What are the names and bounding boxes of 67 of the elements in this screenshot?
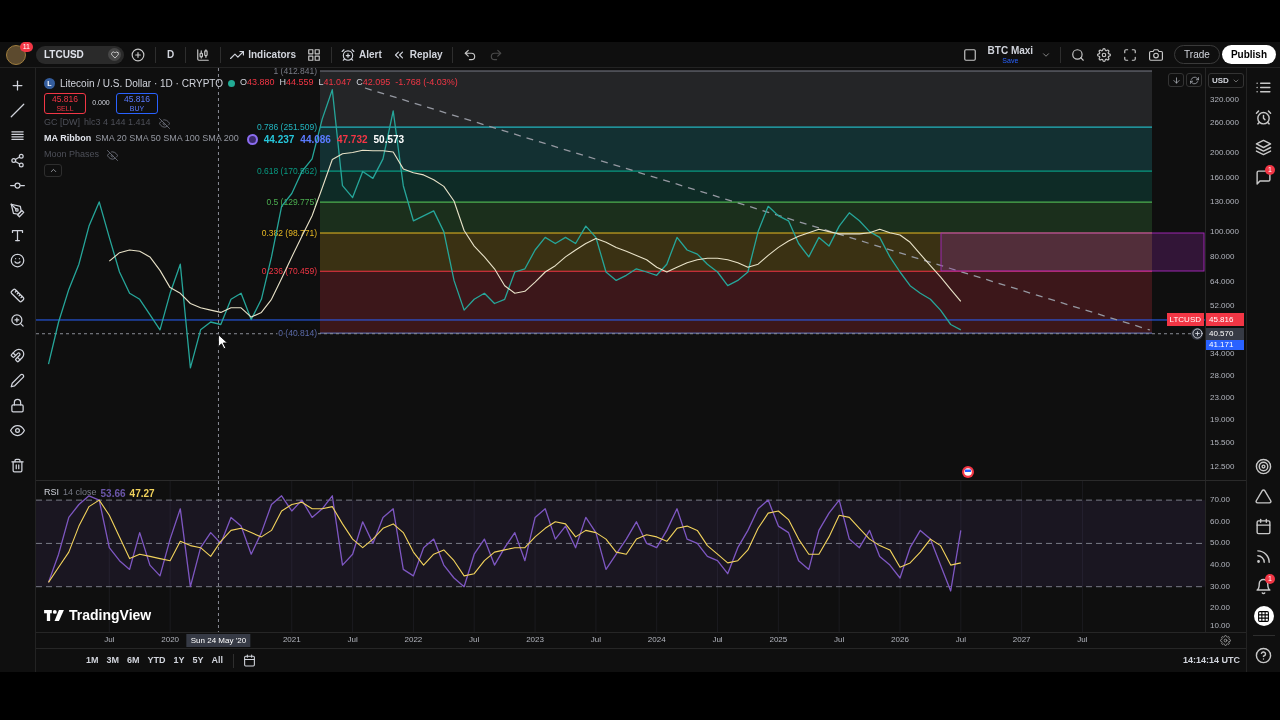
fib-level-label: 1 (412.841) [273, 68, 317, 76]
time-axis-label: Jul [955, 635, 966, 645]
time-axis-label: 2021 [282, 635, 301, 645]
time-axis-label: 2026 [891, 635, 909, 645]
price-axis-label: 200.000 [1210, 148, 1239, 159]
indicator-value: 44.237 [263, 132, 295, 147]
price-change: -1.768 (-4.03%) [395, 76, 458, 90]
rsi-axis-label: 10.00 [1210, 621, 1231, 631]
time-axis-label: Jul [347, 635, 358, 645]
ohlc-value: C42.095 [356, 76, 391, 90]
ohlc-value: O43.880 [240, 76, 275, 90]
ohlc-value: L41.047 [318, 76, 352, 90]
indicator-name: MA Ribbon [44, 132, 92, 146]
price-axis-label: 28.000 [1210, 370, 1235, 381]
ohlc-value: H44.559 [279, 76, 314, 90]
indicator-params: hlc3 4 144 1.414 [84, 116, 151, 130]
indicator-name: GC [DW] [44, 116, 80, 130]
indicator-value: 50.573 [373, 132, 405, 147]
indicator-name: Moon Phases [44, 148, 100, 162]
indicator-value: 44.086 [300, 132, 331, 147]
indicator-value: 47.27 [129, 486, 155, 501]
symbol-title: Litecoin / U.S. Dollar · 1D · CRYPTO [60, 76, 223, 91]
time-axis-label: 2024 [647, 635, 666, 645]
time-axis-label: 2020 [161, 635, 180, 645]
crosshair-date-label: Sun 24 May '20 [186, 634, 251, 647]
price-axis-label: 12.500 [1210, 462, 1235, 473]
price-axis-label: 15.500 [1210, 437, 1235, 448]
price-axis-label: 80.000 [1210, 251, 1235, 262]
brand-name: TradingView [69, 606, 152, 625]
price-axis-label: 64.000 [1210, 277, 1235, 288]
time-axis-label: 2022 [404, 635, 423, 645]
indicator-value: 53.66 [100, 486, 126, 501]
price-axis-label: 34.000 [1210, 348, 1235, 359]
time-axis-label: 2023 [526, 635, 544, 645]
time-axis-label: Jul [1077, 635, 1088, 645]
fib-level-label: 0.236 (70.459) [261, 266, 317, 277]
price-axis-label: 130.000 [1210, 196, 1239, 207]
time-axis-label: Jul [104, 635, 115, 645]
time-axis-label: 2025 [769, 635, 788, 645]
rsi-axis-label: 30.00 [1210, 581, 1231, 592]
indicator-value: 47.732 [336, 132, 368, 147]
indicator-params: SMA 20 SMA 50 SMA 100 SMA 200 [95, 132, 239, 146]
indicator-name: RSI [44, 486, 59, 500]
fib-level-label: 0.786 (251.509) [256, 122, 317, 133]
rsi-axis-label: 60.00 [1210, 516, 1231, 527]
price-axis-label: 100.000 [1210, 226, 1239, 237]
price-tag: 45.816 [1206, 312, 1244, 326]
time-axis-label: Jul [469, 635, 480, 645]
price-axis-label: 320.000 [1210, 94, 1239, 105]
price-axis-label: 260.000 [1210, 118, 1239, 129]
price-axis-label: 160.000 [1210, 173, 1239, 184]
crosshair-price-label: 40.570 [1206, 327, 1244, 340]
clock: 14:14:14 UTC [1182, 653, 1240, 667]
price-axis-label: 23.000 [1210, 393, 1235, 403]
price-axis-label: 19.000 [1210, 414, 1235, 425]
time-axis-label: 2027 [1012, 635, 1031, 645]
rsi-axis-label: 20.00 [1210, 603, 1231, 614]
indicator-params: 14 close [63, 486, 97, 500]
price-axis-label: 52.000 [1210, 300, 1235, 311]
time-axis-label: Jul [712, 635, 723, 645]
rsi-axis-label: 70.00 [1210, 495, 1231, 506]
symbol-tag: LTCUSD [1166, 312, 1204, 326]
rsi-axis-label: 40.00 [1210, 560, 1231, 571]
time-axis-label: Jul [834, 635, 845, 645]
time-axis-label: Jul [590, 635, 601, 645]
rsi-axis-label: 50.00 [1210, 538, 1231, 549]
fib-level-label: 0 (40.814) [278, 328, 317, 339]
